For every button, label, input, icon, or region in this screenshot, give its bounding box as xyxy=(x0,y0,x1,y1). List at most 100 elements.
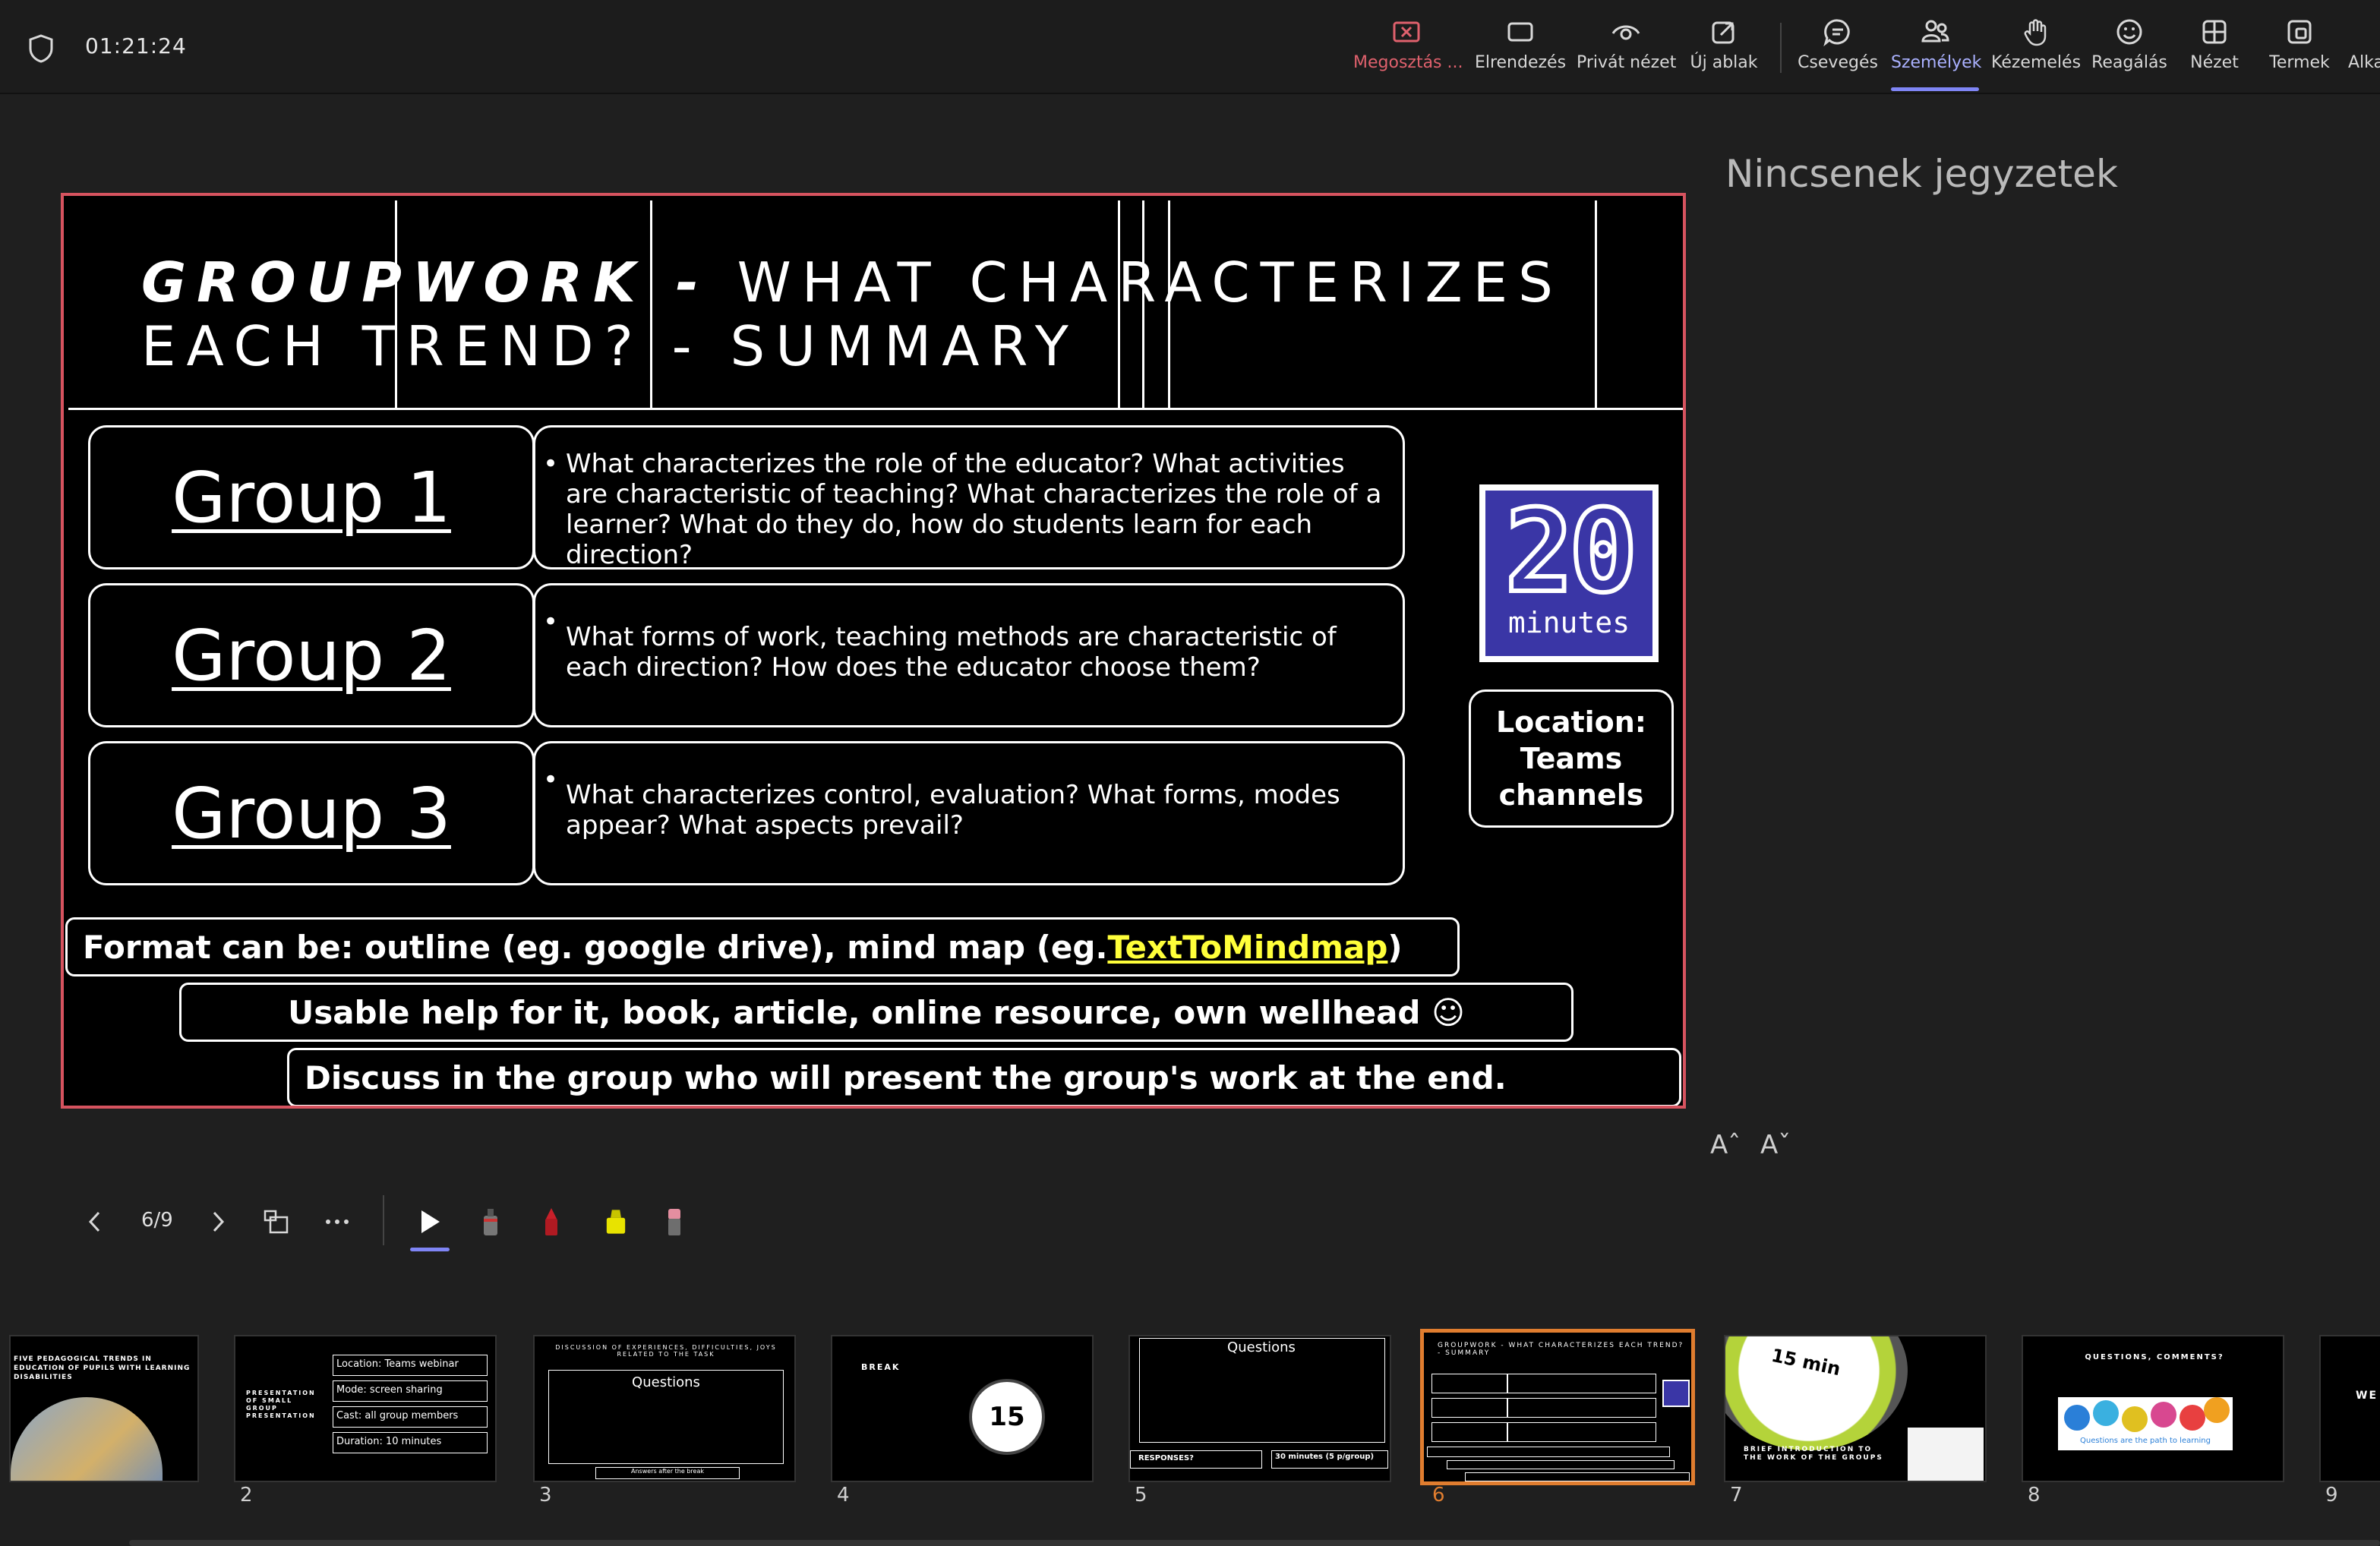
thumbnail-scrollbar[interactable] xyxy=(129,1540,2380,1546)
hand-icon xyxy=(2024,19,2047,46)
stop-sharing-button[interactable]: Megosztás ... xyxy=(1353,17,1463,85)
question-mark-bubble xyxy=(2151,1402,2176,1428)
next-slide-button[interactable] xyxy=(202,1203,232,1241)
thumbnail-item: Location: Teams webinar xyxy=(333,1355,488,1376)
slide-title-band: GROUPWORK - WHAT CHARACTERIZES EACH TREN… xyxy=(68,200,1683,410)
thumbnail-title: WE xyxy=(2356,1390,2378,1402)
new-window-button[interactable]: Új ablak xyxy=(1686,17,1762,85)
font-decrease-button[interactable]: Aˇ xyxy=(1760,1130,1791,1160)
thumbnail-group-box xyxy=(1431,1374,1507,1393)
thumbnail-group-box xyxy=(1431,1398,1507,1418)
decor-line xyxy=(1595,200,1597,410)
location-line: Teams xyxy=(1520,742,1623,775)
marker-icon xyxy=(545,1208,557,1235)
private-view-button[interactable]: Privát nézet xyxy=(1577,17,1676,85)
react-button[interactable]: Reagálás xyxy=(2091,17,2167,85)
texttomindmap-link[interactable]: TextToMindmap xyxy=(1107,929,1387,966)
group-1-box: Group 1 xyxy=(88,425,535,569)
more-options-button[interactable] xyxy=(322,1203,352,1241)
highlighter-icon xyxy=(606,1210,626,1234)
previous-slide-button[interactable] xyxy=(80,1203,111,1241)
slide-grid-button[interactable] xyxy=(261,1203,292,1241)
slide-thumbnail[interactable]: 15 min BRIEF INTRODUCTION TO THE WORK OF… xyxy=(1724,1335,1987,1482)
thumbnail-heading: Questions xyxy=(1227,1339,1296,1355)
emoji-icon xyxy=(2116,19,2142,45)
thumbnail-photo xyxy=(11,1397,163,1481)
highlighter-button[interactable] xyxy=(598,1203,633,1241)
slide-thumbnail[interactable]: QUESTIONS, COMMENTS? Questions are the p… xyxy=(2022,1335,2284,1482)
slide-thumbnail[interactable]: PRESENTATION OF SMALL GROUP PRESENTATION… xyxy=(234,1335,497,1482)
view-button[interactable]: Nézet xyxy=(2184,17,2245,85)
slide-title-rest: WHAT CHARACTERIZES xyxy=(709,251,1564,314)
slide-thumbnail-current[interactable]: GROUPWORK - WHAT CHARACTERIZES EACH TREN… xyxy=(1420,1329,1695,1485)
slide-thumbnail[interactable]: BREAK 15 xyxy=(831,1335,1094,1482)
pen-gray-button[interactable] xyxy=(475,1203,506,1241)
thumbnail-question-box xyxy=(1507,1374,1656,1393)
laser-pointer-button[interactable] xyxy=(410,1203,450,1251)
thumbnail-number: 3 xyxy=(539,1484,552,1507)
format-note: Format can be: outline (eg. google drive… xyxy=(65,917,1460,977)
toolbar-divider xyxy=(1780,23,1782,73)
thumbnail-number: 9 xyxy=(2325,1484,2338,1507)
pen-red-button[interactable] xyxy=(536,1203,567,1241)
thumbnail-question-marks: Questions are the path to learning xyxy=(2058,1397,2233,1450)
thumbnail-note-box xyxy=(1447,1460,1675,1469)
question-mark-bubble xyxy=(2204,1397,2230,1423)
thumbnail-question-box xyxy=(1507,1422,1656,1442)
chat-label: Csevegés xyxy=(1798,53,1878,72)
group-2-questions: What forms of work, teaching methods are… xyxy=(533,583,1405,727)
location-box: Location: Teams channels xyxy=(1469,689,1674,828)
thumbnail-title: QUESTIONS, COMMENTS? xyxy=(2085,1353,2224,1361)
group-3-box: Group 3 xyxy=(88,741,535,885)
format-suffix: ) xyxy=(1387,928,1403,966)
thumbnail-title: DISCUSSION OF EXPERIENCES, DIFFICULTIES,… xyxy=(555,1344,777,1358)
slide-title: GROUPWORK - WHAT CHARACTERIZES EACH TREN… xyxy=(141,251,1564,378)
thumbnail-number-current: 6 xyxy=(1432,1484,1445,1507)
font-increase-button[interactable]: Aˆ xyxy=(1710,1130,1741,1160)
thumbnail-clock-image xyxy=(1725,1336,1908,1450)
chat-button[interactable]: Csevegés xyxy=(1797,17,1879,85)
slide-thumbnail[interactable]: Questions RESPONSES? 30 minutes (5 p/gro… xyxy=(1128,1335,1391,1482)
slide-title-bold: GROUPWORK - xyxy=(141,251,709,314)
pen-icon xyxy=(484,1209,497,1235)
discuss-note: Discuss in the group who will present th… xyxy=(287,1048,1681,1106)
question-mark-bubble xyxy=(2064,1405,2090,1431)
slide-thumbnail[interactable]: DISCUSSION OF EXPERIENCES, DIFFICULTIES,… xyxy=(533,1335,796,1482)
people-button[interactable]: Személyek xyxy=(1891,17,1982,91)
thumbnail-title: PRESENTATION OF SMALL GROUP PRESENTATION xyxy=(246,1390,316,1419)
group-2-label: Group 2 xyxy=(172,614,451,696)
group-1-questions: What characterizes the role of the educa… xyxy=(533,425,1405,570)
presentation-slide: GROUPWORK - WHAT CHARACTERIZES EACH TREN… xyxy=(61,193,1686,1109)
thumbnail-number: 4 xyxy=(837,1484,850,1507)
layout-button[interactable]: Elrendezés xyxy=(1473,17,1567,85)
rooms-label: Termek xyxy=(2269,53,2330,72)
raise-hand-button[interactable]: Kézemelés xyxy=(1991,17,2081,85)
rooms-button[interactable]: Termek xyxy=(2268,17,2331,85)
thumbnail-timer-badge xyxy=(1662,1380,1690,1407)
apps-button[interactable]: Alka xyxy=(2348,17,2380,85)
thumbnail-illustration xyxy=(1908,1428,1984,1481)
slide-thumbnail[interactable]: WE xyxy=(2319,1335,2380,1482)
slide-thumbnail[interactable]: FIVE PEDAGOGICAL TRENDS IN EDUCATION OF … xyxy=(9,1335,199,1482)
pointer-icon xyxy=(421,1210,440,1233)
thumbnail-heading: Questions xyxy=(632,1374,700,1390)
thumbnail-title: GROUPWORK - WHAT CHARACTERIZES EACH TREN… xyxy=(1438,1342,1684,1357)
thumbnail-note-box xyxy=(1465,1472,1690,1481)
speaker-notes-empty: Nincsenek jegyzetek xyxy=(1725,152,2118,196)
meeting-timer: 01:21:24 xyxy=(85,33,187,58)
stop-sharing-label: Megosztás ... xyxy=(1353,53,1463,72)
slide-title-line2: EACH TREND? - SUMMARY xyxy=(141,314,1079,378)
thumbnail-number: 2 xyxy=(240,1484,253,1507)
timer-badge-number: 20 xyxy=(1503,486,1640,618)
people-label: Személyek xyxy=(1891,53,1982,72)
eraser-button[interactable] xyxy=(659,1203,690,1241)
new-window-label: Új ablak xyxy=(1690,53,1758,72)
rooms-icon xyxy=(2287,20,2312,44)
slides-overview-icon xyxy=(264,1210,289,1234)
format-prefix: Format can be: outline (eg. google drive… xyxy=(83,928,1108,966)
layout-icon xyxy=(1507,22,1533,42)
react-label: Reagálás xyxy=(2091,53,2167,72)
group-3-label: Group 3 xyxy=(172,772,451,854)
thumbnail-title: BRIEF INTRODUCTION TO THE WORK OF THE GR… xyxy=(1744,1446,1883,1462)
question-mark-bubble xyxy=(2122,1406,2148,1432)
